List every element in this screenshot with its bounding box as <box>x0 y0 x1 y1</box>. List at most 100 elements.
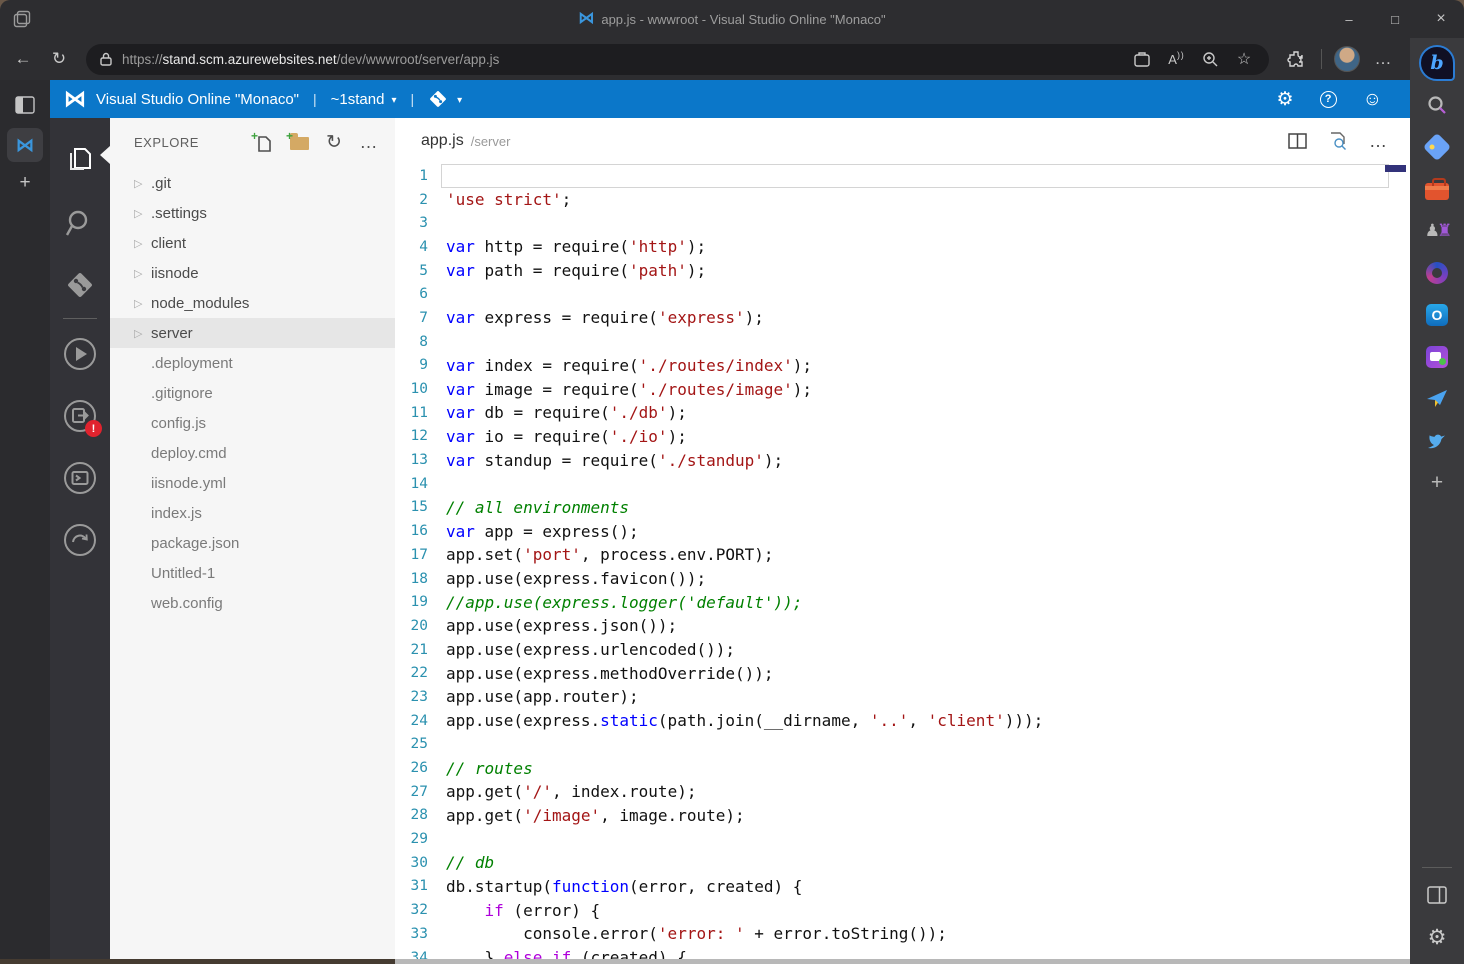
workspace-dropdown[interactable]: ~1stand ▾ <box>331 91 397 108</box>
refresh-button[interactable]: ↻ <box>42 42 76 76</box>
editor-header: app.js /server <box>395 118 1410 164</box>
explorer-more-icon[interactable]: … <box>355 129 383 155</box>
restart-icon[interactable] <box>50 509 110 571</box>
tree-item-index-js[interactable]: index.js <box>110 498 395 528</box>
code-line: 18app.use(express.favicon()); <box>395 567 1410 591</box>
sidebar-settings-icon[interactable]: ⚙ <box>1417 916 1457 958</box>
sidebar-add-icon[interactable]: + <box>1417 462 1457 504</box>
help-icon[interactable]: ? <box>1320 91 1337 108</box>
tree-item-server[interactable]: ▷server <box>110 318 395 348</box>
minimize-button[interactable]: – <box>1326 0 1372 38</box>
line-number: 28 <box>395 807 441 823</box>
new-folder-icon[interactable]: + <box>285 129 313 155</box>
line-number: 17 <box>395 547 441 563</box>
favorites-star-icon[interactable]: ☆ <box>1229 45 1259 73</box>
error-badge: ! <box>85 420 102 437</box>
code-line: 27app.get('/', index.route); <box>395 780 1410 804</box>
line-number: 21 <box>395 642 441 658</box>
read-aloud-icon[interactable]: A) ) <box>1161 45 1191 73</box>
line-number: 12 <box>395 428 441 444</box>
tree-item-deploy-cmd[interactable]: deploy.cmd <box>110 438 395 468</box>
code-line: 3 <box>395 211 1410 235</box>
sidebar-search-icon[interactable] <box>1417 84 1457 126</box>
split-editor-icon[interactable] <box>1288 133 1307 149</box>
sidebar-panel-icon[interactable] <box>1417 874 1457 916</box>
line-number: 6 <box>395 286 441 302</box>
tree-item--deployment[interactable]: .deployment <box>110 348 395 378</box>
tree-item-iisnode-yml[interactable]: iisnode.yml <box>110 468 395 498</box>
console-icon[interactable] <box>50 447 110 509</box>
twitter-icon[interactable] <box>1417 420 1457 462</box>
extensions-puzzle-icon[interactable] <box>1279 42 1313 76</box>
tree-item-label: iisnode <box>151 265 199 282</box>
address-bar[interactable]: https://stand.scm.azurewebsites.net/dev/… <box>86 44 1269 75</box>
shopping-icon[interactable] <box>1417 126 1457 168</box>
tree-item-label: .deployment <box>151 355 233 372</box>
line-number: 14 <box>395 476 441 492</box>
tree-item--git[interactable]: ▷.git <box>110 168 395 198</box>
search-view-icon[interactable] <box>50 192 110 254</box>
tree-item-iisnode[interactable]: ▷iisnode <box>110 258 395 288</box>
line-number: 32 <box>395 902 441 918</box>
code-line: 8 <box>395 330 1410 354</box>
activity-bar-divider <box>63 318 97 319</box>
code-area[interactable]: 12'use strict';34var http = require('htt… <box>395 164 1410 964</box>
workspaces-icon[interactable] <box>0 0 44 38</box>
new-tab-button[interactable]: + <box>19 172 30 194</box>
code-line: 26// routes <box>395 756 1410 780</box>
feedback-smiley-icon[interactable]: ☺ <box>1363 90 1382 109</box>
maximize-button[interactable]: □ <box>1372 0 1418 38</box>
line-number: 1 <box>395 168 441 184</box>
tree-item-untitled-1[interactable]: Untitled-1 <box>110 558 395 588</box>
tree-item-label: node_modules <box>151 295 249 312</box>
code-line: 22app.use(express.methodOverride()); <box>395 661 1410 685</box>
split-screen-icon[interactable] <box>1127 45 1157 73</box>
designer-icon[interactable] <box>1417 336 1457 378</box>
active-browser-tab[interactable]: ⋈ <box>7 128 43 162</box>
code-line: 24app.use(express.static(path.join(__dir… <box>395 709 1410 733</box>
drop-icon[interactable] <box>1417 378 1457 420</box>
refresh-explorer-icon[interactable]: ↻ <box>320 129 348 155</box>
zoom-icon[interactable] <box>1195 45 1225 73</box>
tools-icon[interactable] <box>1417 168 1457 210</box>
games-icon[interactable]: ♟♜ <box>1417 210 1457 252</box>
code-line: 9var index = require('./routes/index'); <box>395 354 1410 378</box>
find-in-file-icon[interactable] <box>1329 132 1347 150</box>
file-tree: ▷.git▷.settings▷client▷iisnode▷node_modu… <box>110 166 395 964</box>
profile-avatar[interactable] <box>1330 42 1364 76</box>
editor-bottom-edge <box>395 959 1410 964</box>
new-file-icon[interactable]: + <box>250 129 278 155</box>
bing-chat-icon[interactable]: b <box>1417 42 1457 84</box>
close-button[interactable]: × <box>1418 0 1464 38</box>
errors-output-icon[interactable]: ! <box>50 385 110 447</box>
tree-item-package-json[interactable]: package.json <box>110 528 395 558</box>
line-number: 11 <box>395 405 441 421</box>
microsoft-365-icon[interactable] <box>1417 252 1457 294</box>
browser-menu-button[interactable]: … <box>1366 42 1400 76</box>
tree-item-client[interactable]: ▷client <box>110 228 395 258</box>
code-line: 5var path = require('path'); <box>395 259 1410 283</box>
git-branch-dropdown[interactable]: ▾ <box>428 89 462 109</box>
tree-item-config-js[interactable]: config.js <box>110 408 395 438</box>
line-number: 13 <box>395 452 441 468</box>
explorer-title: EXPLORE <box>134 135 250 150</box>
tree-item-label: .gitignore <box>151 385 213 402</box>
activity-bar: ! <box>50 118 110 964</box>
tree-item--settings[interactable]: ▷.settings <box>110 198 395 228</box>
vso-title: Visual Studio Online "Monaco" <box>96 91 299 108</box>
vertical-tabs-toggle-icon[interactable] <box>15 90 35 120</box>
editor-tab-path: /server <box>471 134 511 149</box>
tree-item--gitignore[interactable]: .gitignore <box>110 378 395 408</box>
outlook-icon[interactable]: O <box>1417 294 1457 336</box>
back-button[interactable]: ← <box>6 42 40 76</box>
scrollbar-thumb[interactable] <box>1385 165 1406 172</box>
tree-item-node-modules[interactable]: ▷node_modules <box>110 288 395 318</box>
settings-gear-icon[interactable]: ⚙ <box>1277 90 1294 109</box>
run-icon[interactable] <box>50 323 110 385</box>
editor-tab-filename[interactable]: app.js <box>421 132 464 150</box>
tree-item-label: server <box>151 325 193 342</box>
tree-item-label: package.json <box>151 535 239 552</box>
vs-tab-icon: ⋈ <box>16 136 34 154</box>
tree-item-web-config[interactable]: web.config <box>110 588 395 618</box>
git-view-icon[interactable] <box>50 254 110 316</box>
